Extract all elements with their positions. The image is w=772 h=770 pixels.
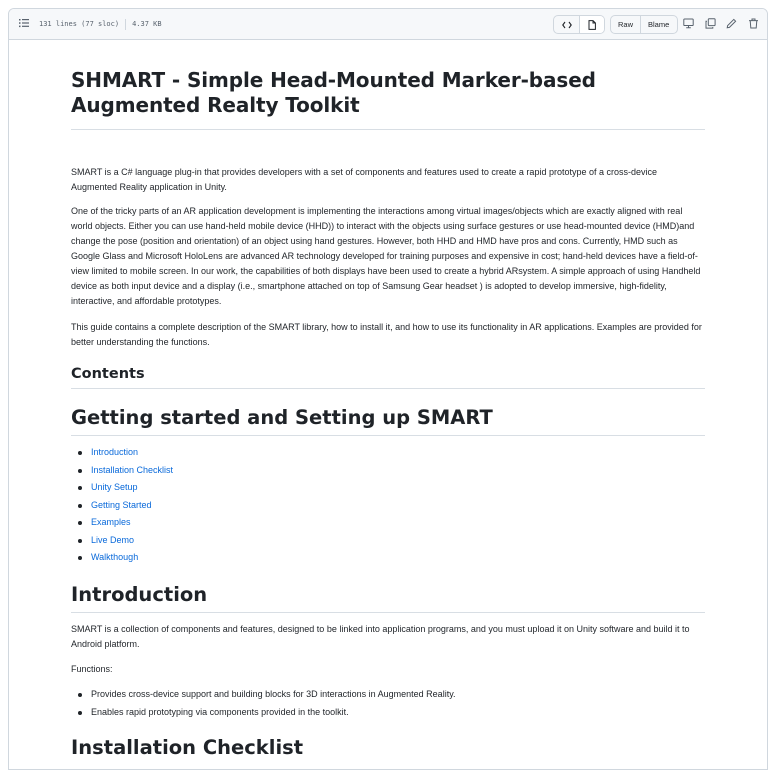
list-item: Getting Started xyxy=(71,497,705,515)
outline-list-icon[interactable] xyxy=(19,18,29,28)
toc-link-walkthough[interactable]: Walkthough xyxy=(91,552,138,562)
list-item: Walkthough xyxy=(71,549,705,567)
meta-divider xyxy=(125,18,127,30)
list-item: Unity Setup xyxy=(71,479,705,497)
copy-icon[interactable] xyxy=(705,18,716,29)
pencil-icon[interactable] xyxy=(726,18,737,29)
getting-started-divider xyxy=(71,435,705,436)
raw-button[interactable]: Raw xyxy=(611,16,640,33)
intro-paragraph-2: One of the tricky parts of an AR applica… xyxy=(71,206,701,306)
file-size: 4.37 KB xyxy=(132,20,162,28)
toc-link-unity-setup[interactable]: Unity Setup xyxy=(91,482,138,492)
desktop-icon[interactable] xyxy=(683,18,694,29)
view-toggle xyxy=(553,15,605,34)
list-item: Provides cross-device support and buildi… xyxy=(71,686,705,704)
code-view-button[interactable] xyxy=(554,16,579,33)
toc-link-introduction[interactable]: Introduction xyxy=(91,447,138,457)
title-divider xyxy=(71,129,705,130)
code-icon xyxy=(561,21,572,28)
intro-paragraph-3: This guide contains a complete descripti… xyxy=(71,322,702,347)
introduction-divider xyxy=(71,612,705,613)
toc-link-getting-started[interactable]: Getting Started xyxy=(91,500,152,510)
toc-link-installation-checklist[interactable]: Installation Checklist xyxy=(91,465,173,475)
file-meta: 131 lines (77 sloc) 4.37 KB xyxy=(39,9,162,39)
trash-icon[interactable] xyxy=(748,18,759,29)
list-item: Installation Checklist xyxy=(71,462,705,480)
toc-link-examples[interactable]: Examples xyxy=(91,517,131,527)
functions-label: Functions: xyxy=(71,664,113,674)
introduction-paragraph: SMART is a collection of components and … xyxy=(71,624,690,649)
introduction-heading: Introduction xyxy=(71,583,208,606)
file-viewer: 131 lines (77 sloc) 4.37 KB Raw Blame SH… xyxy=(8,8,768,770)
table-of-contents: Introduction Installation Checklist Unit… xyxy=(71,444,705,567)
toc-link-live-demo[interactable]: Live Demo xyxy=(91,535,134,545)
intro-paragraph-1: SMART is a C# language plug-in that prov… xyxy=(71,167,658,192)
file-header-toolbar: 131 lines (77 sloc) 4.37 KB Raw Blame xyxy=(9,9,767,40)
contents-heading: Contents xyxy=(71,366,145,382)
list-item: Live Demo xyxy=(71,532,705,550)
installation-checklist-heading: Installation Checklist xyxy=(71,736,304,759)
raw-blame-group: Raw Blame xyxy=(610,15,678,34)
readme-title: SHMART - Simple Head-Mounted Marker-base… xyxy=(71,68,596,117)
list-item: Introduction xyxy=(71,444,705,462)
list-item: Enables rapid prototyping via components… xyxy=(71,704,705,722)
functions-list: Provides cross-device support and buildi… xyxy=(71,686,705,721)
list-item: Examples xyxy=(71,514,705,532)
getting-started-heading: Getting started and Setting up SMART xyxy=(71,406,493,429)
file-icon xyxy=(588,19,596,30)
line-count: 131 lines (77 sloc) xyxy=(39,20,120,28)
contents-divider xyxy=(71,388,705,389)
preview-view-button[interactable] xyxy=(579,16,604,33)
blame-button[interactable]: Blame xyxy=(640,16,676,33)
